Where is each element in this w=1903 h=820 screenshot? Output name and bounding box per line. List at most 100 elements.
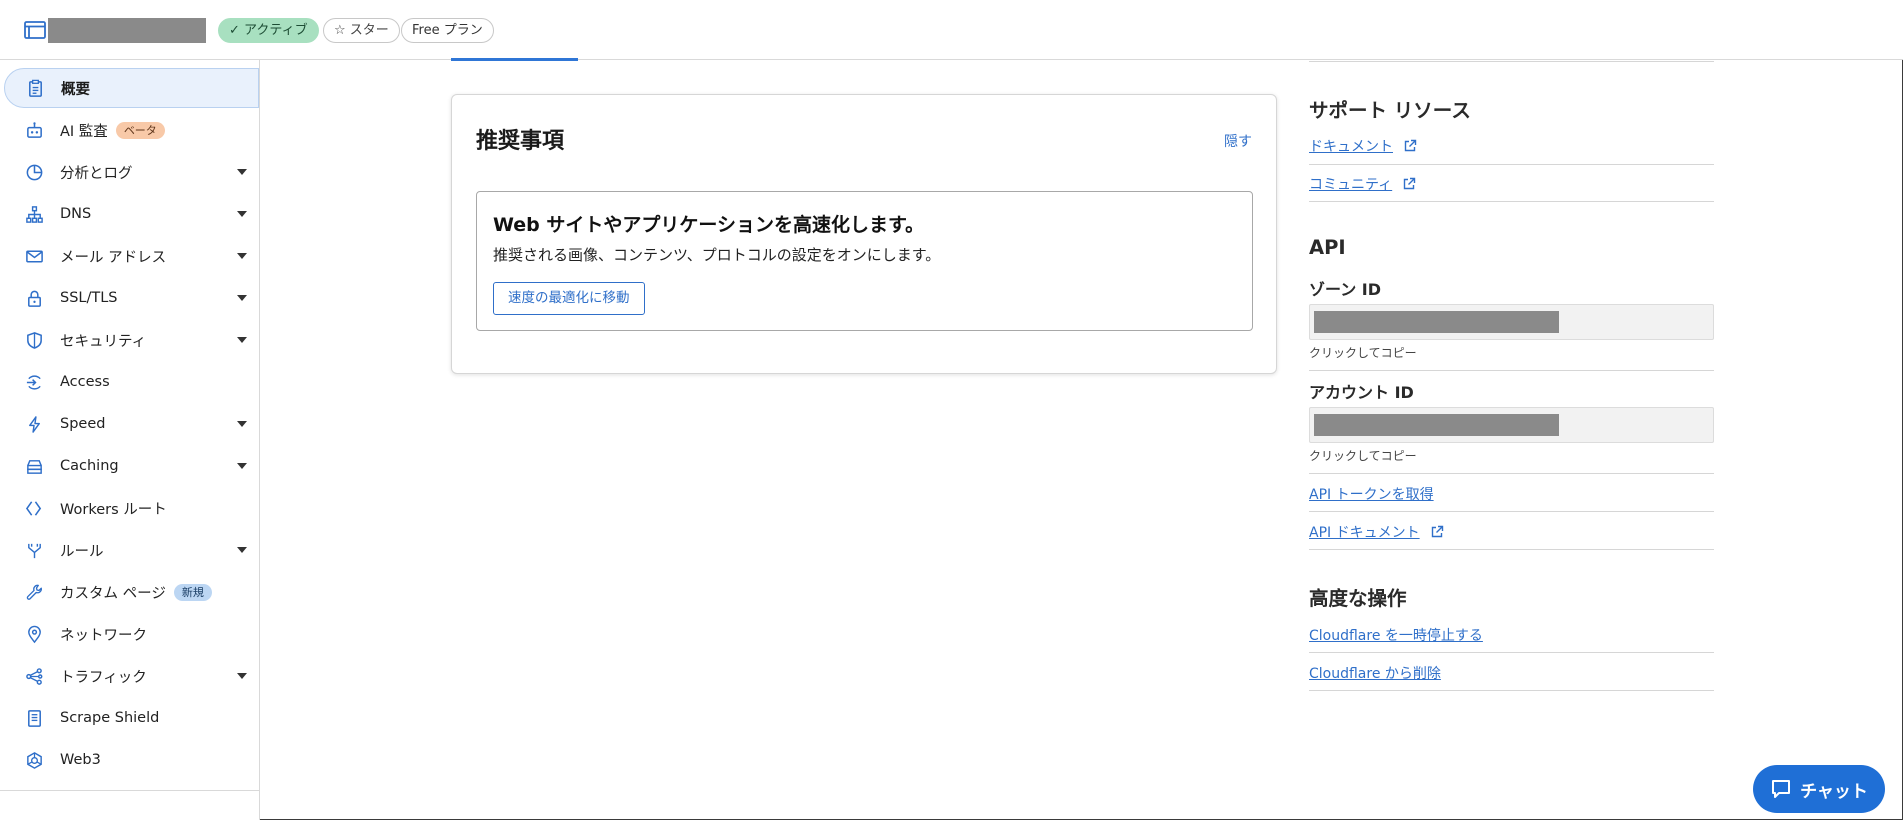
robot-icon xyxy=(24,120,44,140)
hide-link[interactable]: 隠す xyxy=(1224,131,1252,151)
sidebar-item-caching[interactable]: Caching xyxy=(4,446,259,486)
chevron-down-icon xyxy=(237,547,247,553)
sidebar-item-label: 分析とログ xyxy=(60,165,133,182)
divider xyxy=(1309,511,1714,512)
go-to-speed-optimization-button[interactable]: 速度の最適化に移動 xyxy=(493,282,645,315)
zone-name-redacted xyxy=(48,18,206,43)
external-link-icon xyxy=(1403,177,1416,190)
top-bar: ✓ アクティブ ☆ スター Free プラン xyxy=(0,0,1903,60)
server-stack-icon xyxy=(24,456,44,476)
pie-chart-icon xyxy=(24,162,44,182)
chat-button[interactable]: チャット xyxy=(1753,765,1885,813)
shield-icon xyxy=(24,330,44,350)
chevron-down-icon xyxy=(237,463,247,469)
chevron-down-icon xyxy=(237,253,247,259)
chevron-down-icon xyxy=(237,673,247,679)
chevron-down-icon xyxy=(237,295,247,301)
sidebar-item-label: Workers ルート xyxy=(60,501,167,518)
plan-badge[interactable]: Free プラン xyxy=(401,18,494,43)
sidebar: 概要 AI 監査 ベータ 分析とログ DNS メール アドレス SSL/TLS xyxy=(0,60,260,820)
divider xyxy=(1309,61,1714,62)
account-id-label: アカウント ID xyxy=(1309,383,1414,402)
status-badge: ✓ アクティブ xyxy=(218,18,319,43)
lock-icon xyxy=(24,288,44,308)
sidebar-item-label: AI 監査 xyxy=(60,123,108,140)
zone-id-field[interactable] xyxy=(1309,304,1714,340)
divider xyxy=(1309,652,1714,653)
documentation-link[interactable]: ドキュメント xyxy=(1309,136,1417,156)
sidebar-item-label: カスタム ページ xyxy=(60,585,166,602)
beta-badge: ベータ xyxy=(115,121,165,139)
chevron-down-icon xyxy=(237,211,247,217)
sidebar-item-workers-routes[interactable]: Workers ルート xyxy=(4,488,259,528)
sidebar-item-label: Access xyxy=(60,374,110,390)
copy-hint: クリックしてコピー xyxy=(1309,346,1417,360)
sidebar-item-rules[interactable]: ルール xyxy=(4,530,259,570)
workers-icon xyxy=(24,498,44,518)
sidebar-item-label: ネットワーク xyxy=(60,627,147,644)
web3-icon xyxy=(24,750,44,770)
sidebar-item-label: 概要 xyxy=(61,81,90,98)
recommendation-item: Web サイトやアプリケーションを高速化します。 推奨される画像、コンテンツ、プ… xyxy=(476,191,1253,331)
location-pin-icon xyxy=(24,624,44,644)
sidebar-item-label: トラフィック xyxy=(60,669,147,686)
browser-window-icon xyxy=(24,21,46,39)
sidebar-item-label: Scrape Shield xyxy=(60,710,160,726)
rules-icon xyxy=(24,540,44,560)
document-icon xyxy=(24,708,44,728)
sidebar-item-speed[interactable]: Speed xyxy=(4,404,259,444)
chevron-down-icon xyxy=(237,337,247,343)
sidebar-item-label: SSL/TLS xyxy=(60,290,118,306)
divider xyxy=(1309,370,1714,371)
pause-cloudflare-link[interactable]: Cloudflare を一時停止する xyxy=(1309,625,1483,645)
sidebar-item-custom-pages[interactable]: カスタム ページ 新規 xyxy=(4,572,259,612)
recommendation-description: 推奨される画像、コンテンツ、プロトコルの設定をオンにします。 xyxy=(493,246,941,264)
sidebar-item-network[interactable]: ネットワーク xyxy=(4,614,259,654)
sidebar-item-email[interactable]: メール アドレス xyxy=(4,236,259,276)
recommendations-card: 推奨事項 隠す Web サイトやアプリケーションを高速化します。 推奨される画像… xyxy=(451,94,1277,374)
traffic-icon xyxy=(24,666,44,686)
sidebar-item-analytics[interactable]: 分析とログ xyxy=(4,152,259,192)
active-tab-indicator xyxy=(451,58,578,61)
sidebar-item-label: DNS xyxy=(60,206,92,222)
api-title: API xyxy=(1309,236,1346,259)
network-tree-icon xyxy=(24,204,44,224)
sidebar-item-scrape-shield[interactable]: Scrape Shield xyxy=(4,698,259,738)
account-id-field[interactable] xyxy=(1309,407,1714,443)
copy-hint: クリックしてコピー xyxy=(1309,449,1417,463)
divider xyxy=(1309,690,1714,691)
api-docs-link[interactable]: API ドキュメント xyxy=(1309,522,1444,542)
lightning-icon xyxy=(24,414,44,434)
clipboard-icon xyxy=(25,78,45,98)
sidebar-item-dns[interactable]: DNS xyxy=(4,194,259,234)
sidebar-item-ssl-tls[interactable]: SSL/TLS xyxy=(4,278,259,318)
divider xyxy=(1309,549,1714,550)
sidebar-item-label: Web3 xyxy=(60,752,101,768)
sidebar-item-access[interactable]: Access xyxy=(4,362,259,402)
documentation-link-label: ドキュメント xyxy=(1309,139,1393,155)
remove-cloudflare-link[interactable]: Cloudflare から削除 xyxy=(1309,663,1441,683)
zone-id-label: ゾーン ID xyxy=(1309,280,1382,299)
sidebar-item-ai-audit[interactable]: AI 監査 ベータ xyxy=(4,110,259,150)
sidebar-item-traffic[interactable]: トラフィック xyxy=(4,656,259,696)
community-link[interactable]: コミュニティ xyxy=(1309,174,1416,194)
mail-icon xyxy=(24,246,44,266)
get-api-token-link[interactable]: API トークンを取得 xyxy=(1309,484,1434,504)
sidebar-divider xyxy=(0,790,259,791)
sidebar-item-label: Caching xyxy=(60,458,119,474)
chevron-down-icon xyxy=(237,169,247,175)
external-link-icon xyxy=(1431,525,1443,538)
sidebar-item-security[interactable]: セキュリティ xyxy=(4,320,259,360)
sidebar-item-label: メール アドレス xyxy=(60,249,167,266)
star-button[interactable]: ☆ スター xyxy=(323,18,400,43)
sidebar-item-overview[interactable]: 概要 xyxy=(4,68,259,108)
account-id-redacted xyxy=(1314,414,1559,436)
sidebar-item-web3[interactable]: Web3 xyxy=(4,740,259,780)
sidebar-item-label: ルール xyxy=(60,543,104,560)
zone-id-redacted xyxy=(1314,311,1559,333)
chat-button-label: チャット xyxy=(1800,781,1868,802)
new-badge: 新規 xyxy=(173,583,212,601)
divider xyxy=(1309,473,1714,474)
recommendation-title: Web サイトやアプリケーションを高速化します。 xyxy=(493,214,925,236)
access-icon xyxy=(24,372,44,392)
